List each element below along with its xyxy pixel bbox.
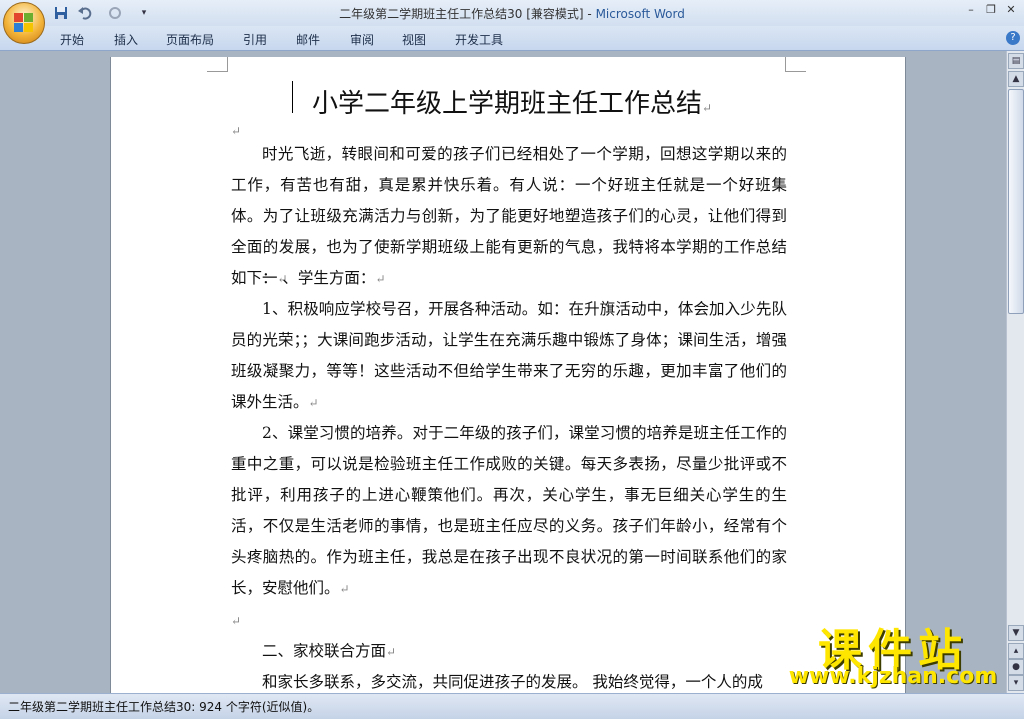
- tab-view[interactable]: 视图: [402, 31, 426, 48]
- office-logo-icon: [14, 13, 34, 33]
- vertical-scrollbar[interactable]: ▤ ▲ ▼ ▴ ● ▾: [1006, 51, 1024, 693]
- next-page-icon[interactable]: ▾: [1008, 675, 1024, 691]
- select-browse-object-icon[interactable]: ●: [1008, 659, 1024, 675]
- app-name: Microsoft Word: [595, 7, 685, 21]
- scrollbar-thumb[interactable]: [1008, 89, 1024, 314]
- tab-developer[interactable]: 开发工具: [455, 31, 503, 48]
- document-page[interactable]: 小学二年级上学期班主任工作总结↵ ↵ 时光飞逝，转眼间和可爱的孩子们已经相处了一…: [110, 57, 906, 693]
- scroll-up-icon[interactable]: ▲: [1008, 71, 1024, 87]
- empty-paragraph: ↵: [231, 614, 242, 628]
- watermark-url: www.kjzhan.com: [788, 664, 998, 689]
- tab-insert[interactable]: 插入: [114, 31, 138, 48]
- tab-references[interactable]: 引用: [243, 31, 267, 48]
- margin-corner-top-left: [207, 57, 228, 72]
- document-name: 二年级第二学期班主任工作总结30 [兼容模式]: [339, 7, 584, 21]
- watermark-logo: 课件站 www.kjzhan.com: [776, 614, 1010, 694]
- document-area: 小学二年级上学期班主任工作总结↵ ↵ 时光飞逝，转眼间和可爱的孩子们已经相处了一…: [0, 51, 1006, 693]
- title-separator: -: [583, 7, 596, 21]
- title-bar: ▾ 二年级第二学期班主任工作总结30 [兼容模式] - Microsoft Wo…: [0, 0, 1024, 26]
- ribbon-tab-bar: 开始 插入 页面布局 引用 邮件 审阅 视图 开发工具 ?: [0, 26, 1024, 51]
- office-button[interactable]: [3, 2, 45, 44]
- window-controls: – ❐ ✕: [964, 3, 1018, 16]
- close-button[interactable]: ✕: [1004, 3, 1018, 16]
- margin-corner-top-right: [785, 57, 806, 72]
- paragraph-parents: 和家长多联系，多交流，共同促进孩子的发展。 我始终觉得，一个人的成: [262, 673, 763, 691]
- restore-button[interactable]: ❐: [984, 3, 998, 16]
- minimize-button[interactable]: –: [964, 3, 978, 16]
- heading-students: 一 、学生方面：↵: [262, 269, 386, 287]
- tab-page-layout[interactable]: 页面布局: [166, 31, 214, 48]
- paragraph-classroom-habits: 2、课堂习惯的培养。对于二年级的孩子们，课堂习惯的培养是班主任工作的重中之重，可…: [231, 424, 787, 597]
- previous-page-icon[interactable]: ▴: [1008, 643, 1024, 659]
- heading-home-school: 二、家校联合方面↵: [262, 642, 397, 660]
- scroll-down-icon[interactable]: ▼: [1008, 625, 1024, 641]
- window-title: 二年级第二学期班主任工作总结30 [兼容模式] - Microsoft Word: [0, 5, 1024, 22]
- help-icon[interactable]: ?: [1006, 31, 1020, 45]
- status-bar: 二年级第二学期班主任工作总结30: 924 个字符(近似值)。: [0, 693, 1024, 719]
- tab-mailings[interactable]: 邮件: [296, 31, 320, 48]
- ruler-toggle-icon[interactable]: ▤: [1008, 53, 1024, 69]
- tab-review[interactable]: 审阅: [350, 31, 374, 48]
- paragraph-activities: 1、积极响应学校号召，开展各种活动。如：在升旗活动中，体会加入少先队员的光荣；；…: [231, 300, 787, 411]
- tab-home[interactable]: 开始: [60, 31, 84, 48]
- status-text: 二年级第二学期班主任工作总结30: 924 个字符(近似值)。: [8, 700, 320, 714]
